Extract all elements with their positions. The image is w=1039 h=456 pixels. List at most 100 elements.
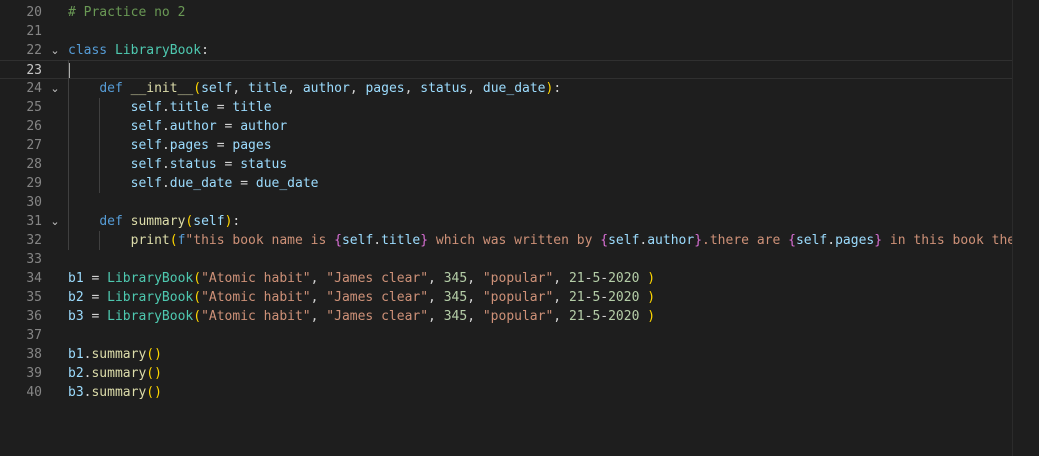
code-token: =	[216, 119, 241, 134]
code-line[interactable]: 21	[0, 22, 1012, 41]
indent-guide	[68, 60, 69, 250]
code-line[interactable]: 34 b1 = LibraryBook("Atomic habit", "Jame…	[0, 269, 1012, 288]
code-token: self	[608, 233, 640, 248]
code-token: =	[83, 271, 108, 286]
code-line[interactable]: 37	[0, 326, 1012, 345]
code-line[interactable]: 24 ⌄ def __init__(self, title, author, pa…	[0, 79, 1012, 98]
line-number: 29	[26, 176, 42, 191]
code-token: b1	[68, 347, 84, 362]
code-line[interactable]: 22 ⌄ class LibraryBook:	[0, 41, 1012, 60]
code-token: author	[169, 119, 217, 134]
code-token: status	[420, 81, 468, 96]
line-number: 33	[26, 252, 42, 267]
code-line[interactable]: 35 b2 = LibraryBook("Atomic habit", "Jame…	[0, 288, 1012, 307]
code-line[interactable]: 29 self.due_date = due_date	[0, 174, 1012, 193]
code-token: self	[130, 119, 162, 134]
code-token: (	[193, 309, 202, 324]
code-token: {	[334, 233, 342, 248]
line-number: 36	[26, 309, 42, 324]
code-line[interactable]: 20 # Practice no 2	[0, 3, 1012, 22]
code-line[interactable]: 32 print(f"this book name is {self.title…	[0, 231, 1012, 250]
code-token: self	[130, 176, 162, 191]
line-code: self.title = title	[68, 98, 1012, 117]
line-code: b1.summary()	[68, 345, 1012, 364]
line-number: 39	[26, 366, 42, 381]
code-token: "Atomic habit"	[201, 290, 311, 305]
code-token: "this book name is	[185, 233, 335, 248]
code-token: author	[240, 119, 288, 134]
code-line[interactable]: 28 self.status = status	[0, 155, 1012, 174]
code-token: ,	[232, 81, 249, 96]
code-token: 2020	[608, 309, 640, 324]
code-token: .	[161, 100, 170, 115]
code-token: pages	[365, 81, 405, 96]
code-token: self	[193, 214, 225, 229]
line-number: 28	[26, 157, 42, 172]
code-token: title	[381, 233, 421, 248]
code-line[interactable]: 25 self.title = title	[0, 98, 1012, 117]
code-token: ,	[428, 271, 444, 286]
code-token: ()	[146, 366, 162, 381]
chevron-down-icon[interactable]: ⌄	[48, 212, 62, 231]
code-token: .	[373, 233, 382, 248]
code-token: b2	[68, 290, 84, 305]
code-token: # Practice no 2	[68, 5, 186, 20]
code-token: .	[161, 157, 170, 172]
code-token: ,	[467, 81, 483, 96]
code-line[interactable]: 30	[0, 193, 1012, 212]
line-code: self.due_date = due_date	[68, 174, 1012, 193]
code-line[interactable]: 33	[0, 250, 1012, 269]
code-line[interactable]: 38 b1.summary()	[0, 345, 1012, 364]
code-token: self	[341, 233, 374, 248]
code-token: 2020	[608, 290, 640, 305]
code-token: status	[240, 157, 288, 172]
code-token: ,	[310, 309, 327, 324]
code-token: "Atomic habit"	[201, 271, 311, 286]
code-line[interactable]: 26 self.author = author	[0, 117, 1012, 136]
code-token: "popular"	[482, 309, 554, 324]
chevron-down-icon[interactable]: ⌄	[48, 41, 62, 60]
vertical-scrollbar[interactable]	[1012, 0, 1039, 456]
code-token: summary	[130, 214, 186, 229]
code-token: -	[600, 290, 609, 305]
code-token: "popular"	[482, 271, 554, 286]
line-code: print(f"this book name is {self.title} w…	[68, 231, 1012, 250]
line-number: 21	[26, 24, 42, 39]
line-number: 38	[26, 347, 42, 362]
code-token: =	[83, 290, 108, 305]
code-line[interactable]: 31 ⌄ def summary(self):	[0, 212, 1012, 231]
code-line[interactable]: 27 self.pages = pages	[0, 136, 1012, 155]
code-token: "James clear"	[326, 271, 429, 286]
code-token: 21	[568, 309, 585, 324]
line-code: self.author = author	[68, 117, 1012, 136]
code-token: }	[874, 233, 883, 248]
code-token: .	[161, 138, 170, 153]
code-token: 345	[443, 271, 468, 286]
line-code: class LibraryBook:	[68, 41, 1012, 60]
code-token: ,	[467, 290, 483, 305]
code-token: ,	[287, 81, 303, 96]
code-token: pages	[232, 138, 272, 153]
code-token: LibraryBook	[107, 309, 194, 324]
code-token: .	[161, 176, 170, 191]
code-token: (	[193, 271, 202, 286]
code-line[interactable]: 23	[0, 60, 1012, 79]
code-token: ,	[310, 271, 327, 286]
code-token: "Atomic habit"	[201, 309, 311, 324]
line-number: 24	[26, 81, 42, 96]
chevron-down-icon[interactable]: ⌄	[48, 79, 62, 98]
code-line[interactable]: 39 b2.summary()	[0, 364, 1012, 383]
code-token: LibraryBook	[114, 43, 202, 58]
code-token: self	[201, 81, 233, 96]
code-token: 2020	[608, 271, 640, 286]
code-token: "popular"	[482, 290, 554, 305]
code-line[interactable]: 36 b3 = LibraryBook("Atomic habit", "Jame…	[0, 307, 1012, 326]
code-editor[interactable]: 20 # Practice no 2 21 22 ⌄ class LibraryBook:…	[0, 0, 1039, 456]
code-token: =	[208, 138, 233, 153]
code-line[interactable]: 40 b3.summary()	[0, 383, 1012, 402]
code-token: due_date	[255, 176, 319, 191]
code-token: .there are	[702, 233, 789, 248]
code-token: status	[169, 157, 217, 172]
